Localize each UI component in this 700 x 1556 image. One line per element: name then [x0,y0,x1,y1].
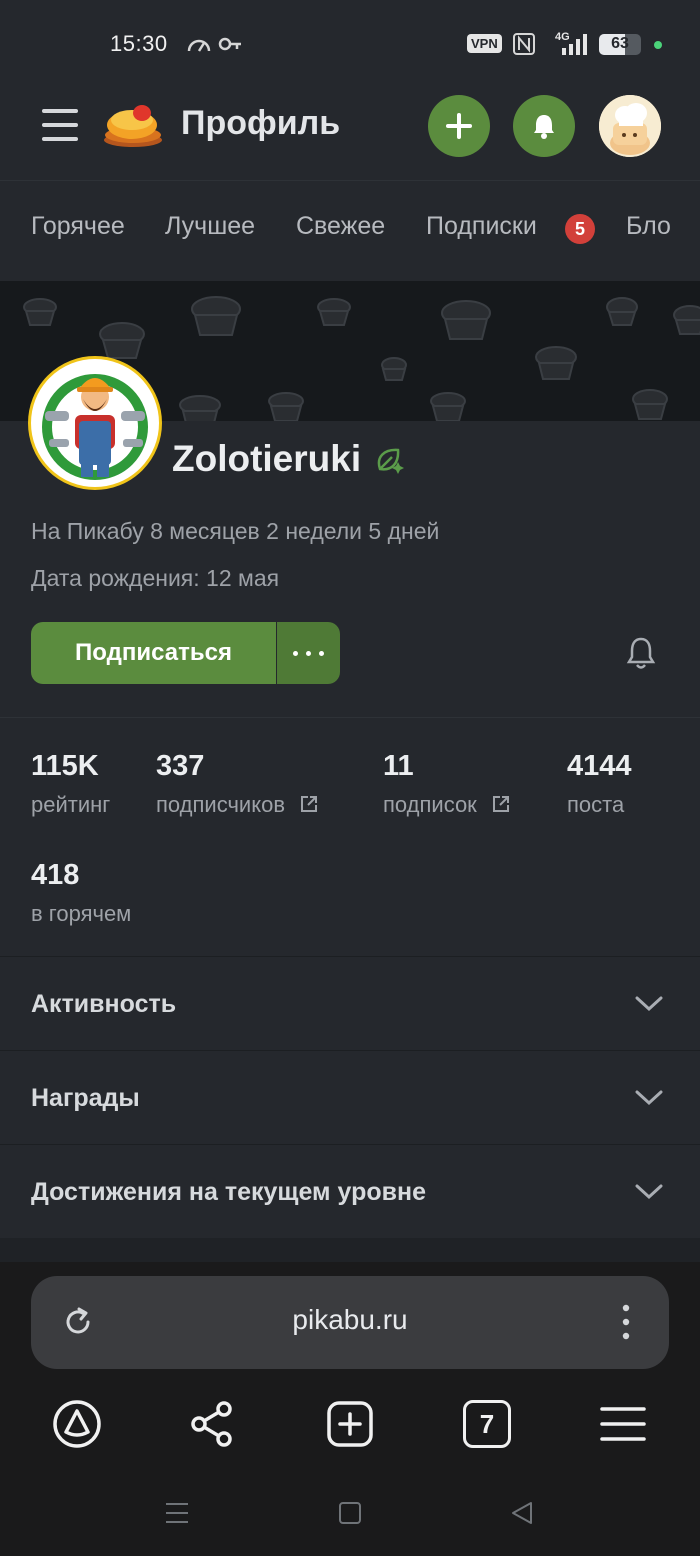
alice-icon[interactable] [52,1399,102,1449]
browser-menu-icon[interactable] [599,1404,647,1444]
back-icon[interactable] [509,1500,535,1526]
stat-rating-label: рейтинг [31,792,111,817]
time-on-site: На Пикабу 8 месяцев 2 недели 5 дней [31,518,440,544]
section-activity[interactable]: Активность [0,956,700,1050]
stat-rating-value: 115K [31,750,99,782]
recent-apps-icon[interactable] [164,1500,190,1526]
tab-fresh[interactable]: Свежее [296,212,385,241]
stat-followers-link[interactable]: подписчиков [156,792,319,818]
signal-icon [562,34,587,55]
tab-hot[interactable]: Горячее [31,212,125,241]
menu-icon[interactable] [42,109,78,141]
stat-posts-label: поста [567,792,625,817]
plus-icon [446,113,472,139]
handyman-avatar-icon [42,374,148,480]
stat-followers-value[interactable]: 337 [156,750,204,783]
speedometer-icon [187,39,211,52]
pikabu-logo[interactable] [102,100,164,150]
username: Zolotieruki [172,438,362,479]
tabs-count: 7 [479,1409,495,1439]
stat-hot-label: в горячем [31,901,132,926]
profile-avatar[interactable] [28,356,162,490]
notifications-button[interactable] [513,95,575,157]
subscriptions-count-badge: 5 [565,214,595,244]
new-tab-icon[interactable] [326,1400,374,1448]
vpn-badge: VPN [467,34,502,53]
nfc-icon [513,33,535,55]
status-bar [0,0,700,86]
section-achievements-label: Достижения на текущем уровне [31,1178,426,1206]
page-title: Профиль [181,104,341,142]
status-time: 15:30 [110,31,168,56]
section-achievements[interactable]: Достижения на текущем уровне [0,1144,700,1238]
url-text[interactable]: pikabu.ru [0,1304,700,1336]
stat-followers-label: подписчиков [156,792,286,817]
section-awards-label: Награды [31,1084,140,1112]
user-avatar[interactable] [599,95,661,157]
chevron-down-icon [635,996,663,1012]
home-icon[interactable] [338,1500,362,1526]
birthday: Дата рождения: 12 мая [31,565,280,591]
more-options-button[interactable] [277,622,340,684]
bell-icon [534,115,554,139]
tab-best[interactable]: Лучшее [165,212,255,241]
chevron-down-icon [635,1184,663,1200]
external-link-icon [301,796,318,812]
add-post-button[interactable] [428,95,490,157]
bell-icon[interactable] [625,636,657,670]
chevron-down-icon [635,1090,663,1106]
battery-icon: 63 [599,34,641,55]
tab-subscriptions[interactable]: Подписки [426,212,537,241]
more-vertical-icon[interactable] [615,1302,637,1342]
external-link-icon [492,796,509,812]
stat-hot-value: 418 [31,859,80,891]
section-awards[interactable]: Награды [0,1050,700,1144]
verified-leaf-icon[interactable] [374,445,404,475]
battery-level: 63 [611,35,629,52]
section-activity-label: Активность [31,990,177,1018]
stat-subscriptions-label: подписок [383,792,477,817]
privacy-dot [654,41,662,49]
stat-posts-value: 4144 [567,750,632,782]
key-icon [218,37,241,51]
tabs-counter-button[interactable]: 7 [463,1400,511,1448]
stat-subscriptions-value[interactable]: 11 [383,750,414,783]
tab-blogs[interactable]: Бло [626,212,671,241]
chef-avatar-icon [599,95,661,157]
share-icon[interactable] [189,1399,235,1449]
stat-subscriptions-link[interactable]: подписок [383,792,511,818]
subscribe-button[interactable]: Подписаться [31,622,276,684]
